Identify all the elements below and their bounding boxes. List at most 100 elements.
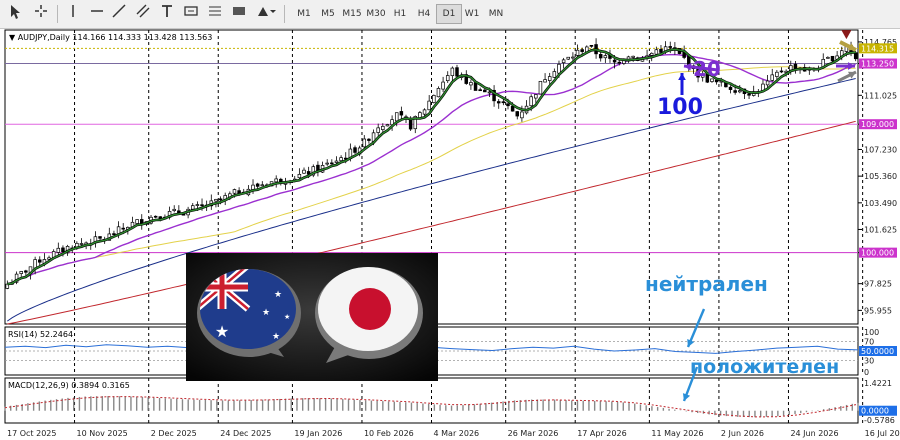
- candle-body: [738, 90, 742, 93]
- chart-title: ▼ AUDJPY,Daily 114.166 114.333 113.428 1…: [9, 33, 212, 42]
- macd-note: положителен: [690, 356, 840, 378]
- cursor-icon[interactable]: [6, 4, 24, 24]
- candle-body: [668, 46, 672, 48]
- y-tick-label: 105.360: [864, 172, 897, 181]
- svg-text:★: ★: [262, 308, 270, 318]
- candle-body: [538, 80, 543, 95]
- candle-body: [172, 208, 176, 211]
- label-icon[interactable]: [182, 4, 200, 24]
- rectangle-icon[interactable]: [230, 4, 248, 24]
- rsi-tick-label: 30: [864, 357, 874, 366]
- timeframe-m1[interactable]: M1: [292, 4, 316, 24]
- rsi-tick-label: 100: [864, 328, 879, 337]
- candle-body: [649, 52, 654, 56]
- timeframe-w1[interactable]: W1: [460, 4, 484, 24]
- candle-body: [612, 59, 617, 63]
- candle-body: [580, 49, 584, 52]
- candle-body: [376, 127, 380, 133]
- candle-body: [445, 75, 450, 82]
- candle-body: [61, 247, 65, 253]
- candle-body: [747, 93, 751, 96]
- candle-body: [135, 219, 139, 224]
- candle-body: [487, 91, 492, 94]
- candle-body: [659, 48, 663, 53]
- price-label: 113.250: [861, 60, 894, 69]
- candle-body: [19, 271, 23, 274]
- candle-body: [432, 95, 436, 103]
- candle-body: [733, 90, 737, 93]
- candle-body: [455, 67, 459, 77]
- candle-body: [274, 178, 278, 183]
- candle-body: [603, 55, 608, 59]
- candle-body: [56, 247, 61, 253]
- fib-icon[interactable]: [206, 4, 224, 24]
- candle-body: [728, 86, 733, 90]
- candle-body: [394, 112, 399, 122]
- candle-body: [255, 183, 260, 187]
- candle-body: [543, 79, 547, 83]
- x-tick-label: 2 Jun 2026: [721, 429, 764, 438]
- macd-tick-label: -0.5786: [864, 416, 895, 425]
- x-tick-label: 10 Feb 2026: [364, 429, 414, 438]
- svg-text:★: ★: [284, 313, 290, 321]
- candle-body: [450, 67, 455, 77]
- candle-body: [334, 160, 339, 163]
- price-label: 109.000: [861, 120, 894, 129]
- y-tick-label: 101.625: [864, 225, 897, 234]
- timeframe-h4[interactable]: H4: [412, 4, 436, 24]
- candle-body: [557, 63, 561, 74]
- timeframe-mn[interactable]: MN: [484, 4, 508, 24]
- rsi-tick-label: 0: [864, 368, 869, 377]
- candle-body: [631, 55, 635, 58]
- candle-body: [483, 89, 487, 93]
- candle-body: [260, 184, 265, 187]
- candle-body: [214, 199, 218, 202]
- candle-body: [367, 138, 371, 141]
- candle-body: [232, 189, 237, 194]
- rsi-title: RSI(14) 52.2464: [8, 330, 73, 339]
- x-tick-label: 17 Oct 2025: [7, 429, 56, 438]
- timeframe-h1[interactable]: H1: [388, 4, 412, 24]
- candle-body: [501, 101, 506, 104]
- timeframe-d1[interactable]: D1: [436, 4, 462, 24]
- shapes-icon[interactable]: [254, 4, 278, 24]
- trendline-icon[interactable]: [110, 4, 128, 24]
- candle-body: [297, 173, 302, 179]
- candle-body: [506, 103, 510, 107]
- timeframe-m30[interactable]: M30: [364, 4, 388, 24]
- candle-body: [325, 162, 329, 165]
- candle-body: [330, 162, 334, 165]
- candle-body: [830, 55, 835, 62]
- candle-body: [765, 80, 770, 86]
- candle-body: [571, 56, 575, 59]
- vline-icon[interactable]: [64, 4, 82, 24]
- y-tick-label: 103.490: [864, 199, 897, 208]
- price-label: 100.000: [861, 249, 894, 258]
- candle-body: [385, 124, 390, 127]
- ma100-label: 100: [657, 95, 703, 120]
- candle-body: [520, 111, 524, 119]
- crosshair-icon[interactable]: [32, 4, 50, 24]
- candle-body: [552, 71, 557, 78]
- candle-body: [793, 63, 798, 69]
- hline-icon[interactable]: [88, 4, 106, 24]
- text-icon[interactable]: [158, 4, 176, 24]
- x-tick-label: 16 Jul 2026: [865, 429, 900, 438]
- candle-body: [302, 169, 306, 174]
- timeframe-m5[interactable]: M5: [316, 4, 340, 24]
- candle-body: [469, 82, 473, 86]
- chart-area[interactable]: 114.765113.250111.025109.000107.230105.3…: [0, 29, 900, 440]
- x-tick-label: 24 Jun 2026: [790, 429, 838, 438]
- channel-icon[interactable]: [134, 4, 152, 24]
- rsi-note: нейтрален: [645, 272, 768, 296]
- candle-body: [79, 243, 84, 245]
- candle-body: [191, 205, 195, 210]
- candle-body: [515, 111, 520, 117]
- candle-body: [654, 49, 659, 55]
- candle-body: [153, 215, 158, 218]
- candle-body: [38, 259, 42, 263]
- x-tick-label: 24 Dec 2025: [220, 429, 271, 438]
- timeframe-m15[interactable]: M15: [340, 4, 364, 24]
- candle-body: [561, 59, 566, 64]
- y-tick-label: 95.955: [864, 306, 892, 315]
